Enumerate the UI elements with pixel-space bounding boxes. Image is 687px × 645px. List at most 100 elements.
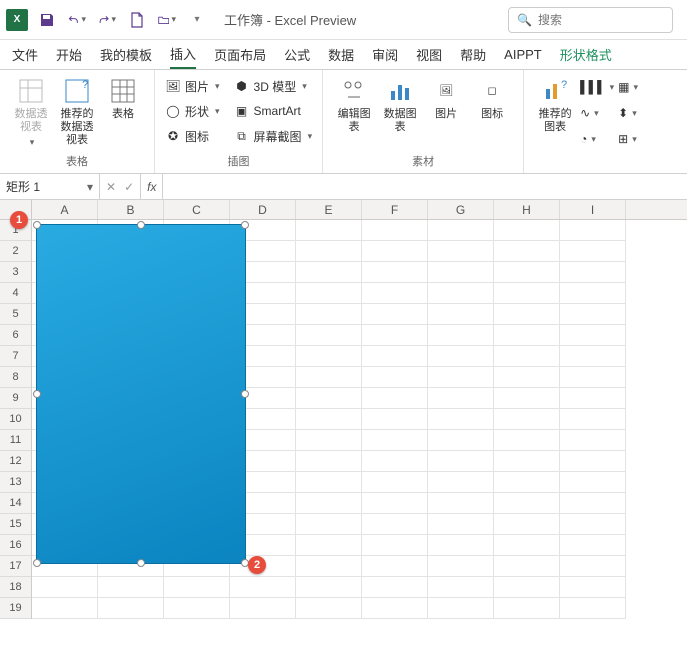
- screenshot-button[interactable]: ⧉屏幕截图▾: [232, 124, 315, 148]
- cell[interactable]: [560, 367, 626, 388]
- cell[interactable]: [296, 514, 362, 535]
- cell[interactable]: [164, 577, 230, 598]
- cell[interactable]: [428, 556, 494, 577]
- cell[interactable]: [494, 388, 560, 409]
- cell[interactable]: [296, 283, 362, 304]
- cell[interactable]: [296, 535, 362, 556]
- cell[interactable]: [362, 535, 428, 556]
- tab-aippt[interactable]: AIPPT: [504, 43, 542, 66]
- cell[interactable]: [428, 388, 494, 409]
- cell[interactable]: [560, 451, 626, 472]
- cell[interactable]: [296, 472, 362, 493]
- cell[interactable]: [296, 388, 362, 409]
- cell[interactable]: [494, 262, 560, 283]
- cell[interactable]: [428, 409, 494, 430]
- cell[interactable]: [494, 598, 560, 619]
- cell[interactable]: [428, 598, 494, 619]
- row-header-18[interactable]: 18: [0, 577, 31, 598]
- cell[interactable]: [362, 262, 428, 283]
- cell[interactable]: [560, 472, 626, 493]
- cell[interactable]: [428, 493, 494, 514]
- cell[interactable]: [296, 493, 362, 514]
- resize-handle-tl[interactable]: [33, 221, 41, 229]
- cell[interactable]: [428, 346, 494, 367]
- cell[interactable]: [164, 598, 230, 619]
- row-header-9[interactable]: 9: [0, 388, 31, 409]
- cell[interactable]: [98, 577, 164, 598]
- col-header-D[interactable]: D: [230, 200, 296, 219]
- row-header-15[interactable]: 15: [0, 514, 31, 535]
- cell[interactable]: [560, 325, 626, 346]
- cell[interactable]: [362, 388, 428, 409]
- cell[interactable]: [296, 304, 362, 325]
- cell[interactable]: [494, 367, 560, 388]
- cell[interactable]: [362, 472, 428, 493]
- cell[interactable]: [296, 556, 362, 577]
- cell[interactable]: [296, 346, 362, 367]
- redo-button[interactable]: ▾: [98, 11, 116, 29]
- formula-accept-icon[interactable]: ✓: [122, 180, 136, 194]
- tab-layout[interactable]: 页面布局: [214, 41, 266, 68]
- cell[interactable]: [428, 262, 494, 283]
- row-header-3[interactable]: 3: [0, 262, 31, 283]
- 3d-model-button[interactable]: ⬢3D 模型▾: [232, 74, 315, 98]
- search-input[interactable]: [538, 13, 658, 27]
- cell[interactable]: [362, 430, 428, 451]
- formula-cancel-icon[interactable]: ✕: [104, 180, 118, 194]
- formula-input[interactable]: [163, 174, 687, 199]
- tab-shape-format[interactable]: 形状格式: [560, 41, 612, 68]
- cell[interactable]: [428, 451, 494, 472]
- qat-customize-icon[interactable]: ▾: [188, 11, 206, 29]
- cell[interactable]: [362, 220, 428, 241]
- row-header-12[interactable]: 12: [0, 451, 31, 472]
- new-file-icon[interactable]: [128, 11, 146, 29]
- col-header-E[interactable]: E: [296, 200, 362, 219]
- search-box[interactable]: 🔍: [508, 7, 673, 33]
- recommended-pivot-button[interactable]: ? 推荐的数据透视表: [54, 74, 100, 149]
- cell[interactable]: [560, 388, 626, 409]
- resize-handle-ml[interactable]: [33, 390, 41, 398]
- tab-data[interactable]: 数据: [328, 41, 354, 68]
- cell[interactable]: [494, 577, 560, 598]
- cell[interactable]: [428, 241, 494, 262]
- tab-insert[interactable]: 插入: [170, 40, 196, 69]
- cell[interactable]: [560, 346, 626, 367]
- undo-button[interactable]: ▾: [68, 11, 86, 29]
- cell[interactable]: [296, 598, 362, 619]
- cell[interactable]: [560, 598, 626, 619]
- col-header-G[interactable]: G: [428, 200, 494, 219]
- cell[interactable]: [98, 598, 164, 619]
- tab-templates[interactable]: 我的模板: [100, 41, 152, 68]
- resize-handle-bm[interactable]: [137, 559, 145, 567]
- row-header-19[interactable]: 19: [0, 598, 31, 619]
- row-header-5[interactable]: 5: [0, 304, 31, 325]
- cell[interactable]: [296, 367, 362, 388]
- cell[interactable]: [230, 577, 296, 598]
- column-chart-button[interactable]: ▌▌▌▾: [580, 76, 614, 98]
- row-header-7[interactable]: 7: [0, 346, 31, 367]
- cell[interactable]: [230, 598, 296, 619]
- cell[interactable]: [494, 283, 560, 304]
- cell[interactable]: [362, 367, 428, 388]
- cell[interactable]: [494, 535, 560, 556]
- pivot-table-button[interactable]: 数据透视表▾: [8, 74, 54, 151]
- cell[interactable]: [362, 493, 428, 514]
- cell[interactable]: [296, 451, 362, 472]
- cell[interactable]: [560, 535, 626, 556]
- cell[interactable]: [362, 304, 428, 325]
- row-header-14[interactable]: 14: [0, 493, 31, 514]
- cell[interactable]: [362, 598, 428, 619]
- row-header-10[interactable]: 10: [0, 409, 31, 430]
- icons-button[interactable]: ✪图标: [163, 124, 222, 148]
- cell[interactable]: [362, 409, 428, 430]
- fx-label[interactable]: fx: [141, 174, 163, 199]
- resize-handle-bl[interactable]: [33, 559, 41, 567]
- resize-handle-tr[interactable]: [241, 221, 249, 229]
- cell[interactable]: [362, 556, 428, 577]
- save-icon[interactable]: [38, 11, 56, 29]
- cell[interactable]: [362, 283, 428, 304]
- tab-help[interactable]: 帮助: [460, 41, 486, 68]
- cell[interactable]: [362, 451, 428, 472]
- cell[interactable]: [494, 430, 560, 451]
- cell[interactable]: [494, 409, 560, 430]
